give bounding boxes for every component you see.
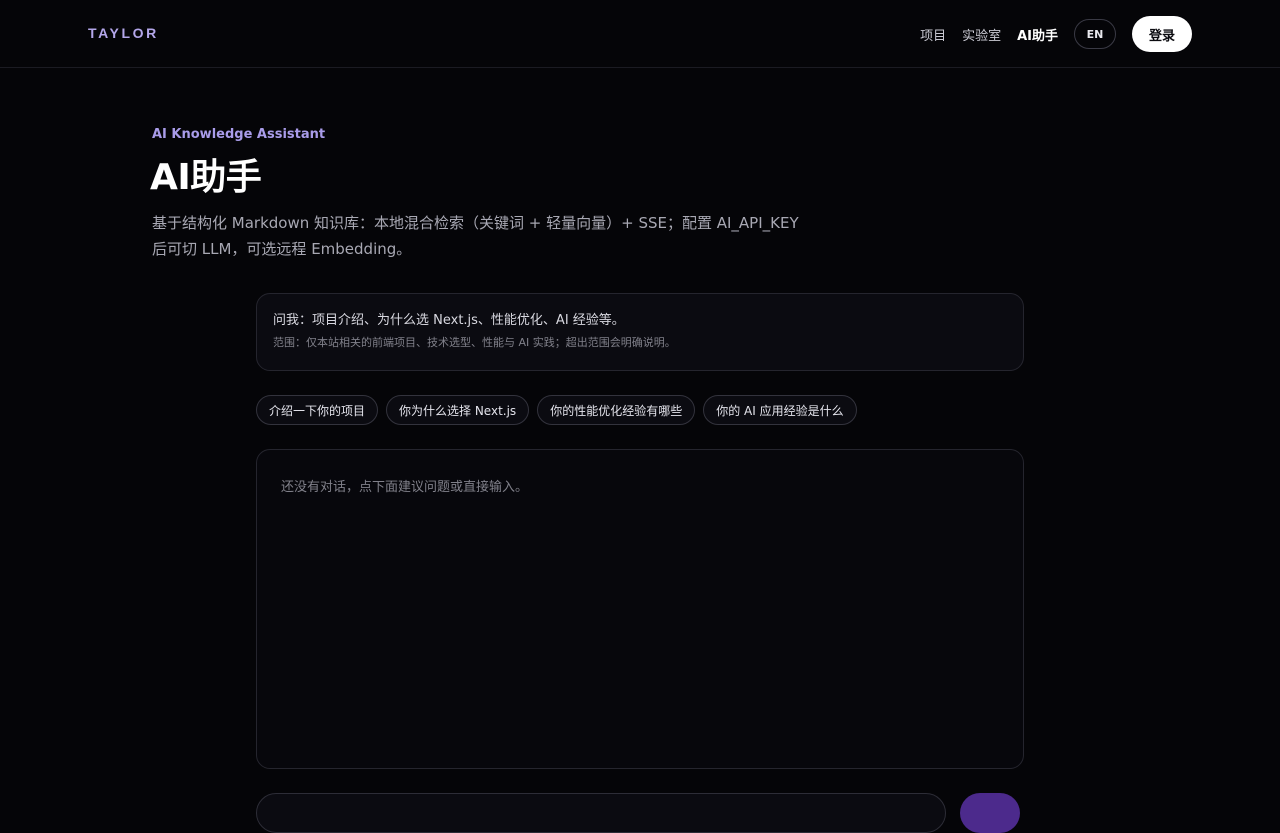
assistant-intro-text: 问我：项目介绍、为什么选 Next.js、性能优化、AI 经验等。	[273, 313, 625, 328]
page-description: 基于结构化 Markdown 知识库：本地混合检索（关键词 + 轻量向量）+ S…	[152, 210, 842, 262]
main-nav: 项目 实验室 AI助手 EN 登录	[920, 16, 1192, 52]
suggestion-chip-projects[interactable]: 介绍一下你的项目	[256, 395, 379, 425]
suggestion-chip-nextjs[interactable]: 你为什么选择 Next.js	[386, 395, 530, 425]
brand-logo[interactable]: TAYLOR	[88, 25, 159, 41]
chat-history-panel[interactable]: 还没有对话，点下面建议问题或直接输入。	[256, 449, 1024, 769]
suggestion-chip-ai-experience[interactable]: 你的 AI 应用经验是什么	[703, 395, 857, 425]
chat-message-input[interactable]	[256, 793, 946, 833]
top-navigation-bar: TAYLOR 项目 实验室 AI助手 EN 登录	[0, 0, 1280, 68]
nav-link-ai-assistant[interactable]: AI助手	[1017, 25, 1058, 44]
chat-composer	[256, 793, 1024, 833]
assistant-scope-card: 问我：项目介绍、为什么选 Next.js、性能优化、AI 经验等。 范围：仅本站…	[256, 293, 1024, 371]
page-title: AI助手	[150, 157, 262, 198]
page-eyebrow: AI Knowledge Assistant	[152, 127, 326, 142]
nav-link-lab[interactable]: 实验室	[962, 25, 1001, 44]
page-description-line-1: 基于结构化 Markdown 知识库：本地混合检索（关键词 + 轻量向量）+ S…	[152, 214, 799, 232]
language-toggle-button[interactable]: EN	[1074, 19, 1116, 49]
send-button[interactable]	[960, 793, 1020, 833]
suggestion-chip-performance[interactable]: 你的性能优化经验有哪些	[537, 395, 696, 425]
assistant-scope-text: 范围：仅本站相关的前端项目、技术选型、性能与 AI 实践；超出范围会明确说明。	[273, 336, 676, 349]
nav-link-projects[interactable]: 项目	[920, 25, 946, 44]
suggested-questions: 介绍一下你的项目 你为什么选择 Next.js 你的性能优化经验有哪些 你的 A…	[256, 395, 857, 425]
chat-empty-state: 还没有对话，点下面建议问题或直接输入。	[281, 480, 529, 495]
page-description-line-2: 后可切 LLM，可选远程 Embedding。	[152, 240, 412, 258]
login-button[interactable]: 登录	[1132, 16, 1192, 52]
